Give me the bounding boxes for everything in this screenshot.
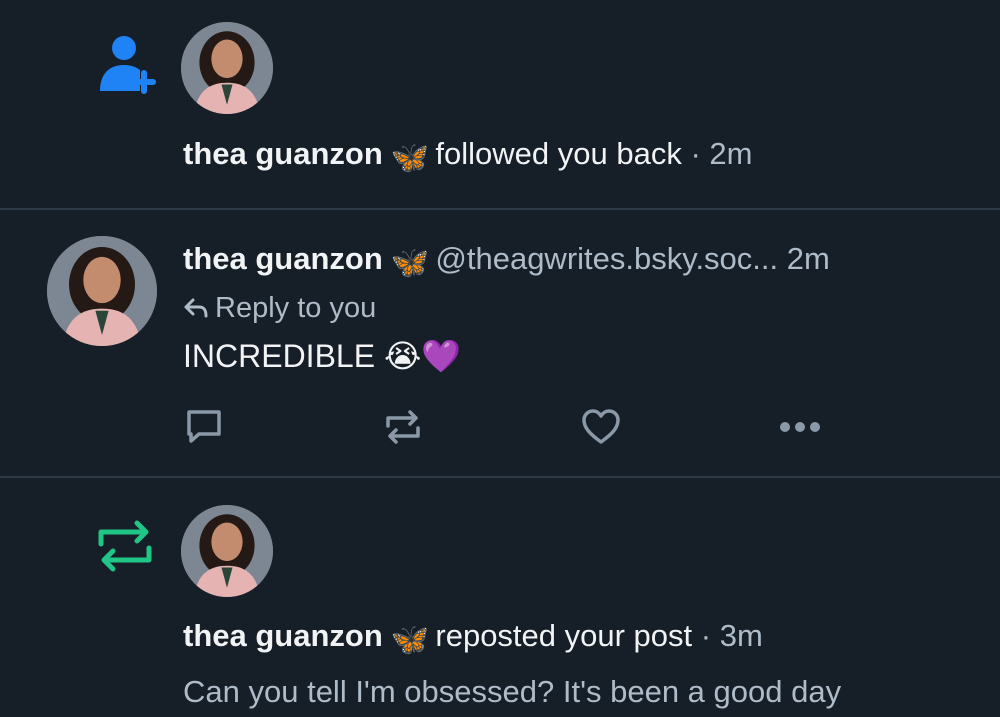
butterfly-emoji: 🦋 — [390, 140, 430, 175]
reply-icon[interactable] — [183, 406, 225, 448]
timestamp: 2m — [709, 136, 753, 171]
separator: · — [690, 136, 701, 171]
butterfly-emoji: 🦋 — [390, 245, 430, 280]
avatar[interactable] — [181, 505, 273, 597]
reply-arrow-icon — [184, 298, 208, 318]
timestamp: 3m — [719, 618, 763, 653]
follow-notification[interactable]: thea guanzon 🦋 followed you back · 2m — [0, 0, 1000, 208]
separator: · — [700, 618, 712, 653]
repost-icon — [98, 520, 152, 572]
reply-notification[interactable]: thea guanzon 🦋 @theagwrites.bsky.soc... 2m… — [0, 210, 1000, 476]
timestamp: 2m — [786, 241, 830, 276]
repost-notification[interactable]: thea guanzon 🦋 reposted your post · 3m Can… — [0, 478, 1000, 717]
person-plus-icon — [100, 36, 156, 94]
follow-action-text: followed you back — [435, 136, 682, 171]
repost-action-text: reposted your post — [435, 618, 693, 653]
author-name[interactable]: thea guanzon — [183, 241, 383, 276]
reply-context[interactable]: Reply to you — [183, 294, 376, 323]
author-handle[interactable]: @theagwrites.bsky.soc... — [435, 241, 778, 276]
author-name[interactable]: thea guanzon — [183, 136, 383, 171]
post-preview[interactable]: Can you tell I'm obsessed? It's been a g… — [183, 676, 841, 707]
like-icon[interactable] — [580, 406, 622, 448]
repost-icon[interactable] — [382, 406, 424, 448]
author-name[interactable]: thea guanzon — [183, 618, 383, 653]
avatar[interactable] — [181, 22, 273, 114]
reply-label: Reply to you — [215, 292, 377, 324]
more-icon[interactable] — [780, 422, 820, 432]
avatar[interactable] — [47, 236, 157, 346]
butterfly-emoji: 🦋 — [390, 622, 430, 657]
reply-body: INCREDIBLE 😭💜 — [183, 338, 462, 374]
